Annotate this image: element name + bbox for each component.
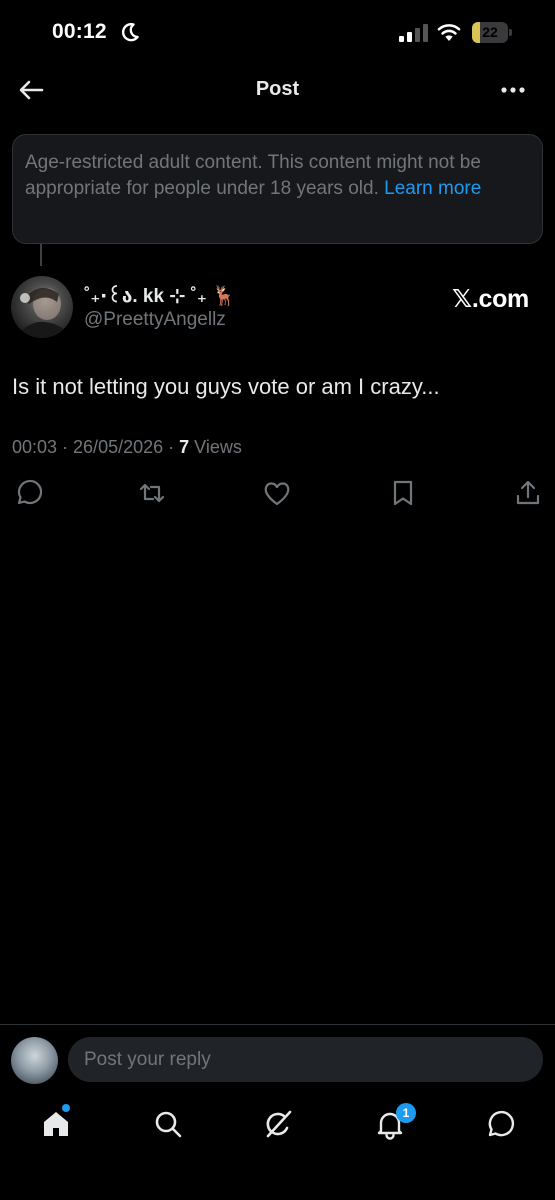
views-label: Views (189, 437, 242, 457)
cellular-signal-icon (399, 24, 428, 42)
status-time: 00:12 (52, 20, 107, 43)
x-com-watermark: 𝕏.com (452, 285, 529, 313)
learn-more-link[interactable]: Learn more (384, 178, 481, 199)
author-display-name[interactable]: ˚₊‧꒰ა. kk ⊹ ˚₊ 🦌 (84, 282, 236, 308)
author-handle[interactable]: @PreettyAngellz (84, 309, 226, 331)
home-unread-dot (62, 1104, 70, 1112)
like-icon[interactable] (262, 478, 292, 508)
wifi-icon (437, 24, 461, 41)
reply-divider (0, 1024, 555, 1025)
bookmark-icon[interactable] (388, 478, 418, 508)
messages-icon[interactable] (484, 1108, 516, 1140)
battery-indicator: 22 (472, 22, 512, 43)
share-icon[interactable] (513, 478, 543, 508)
thread-line (40, 244, 42, 266)
reply-input[interactable] (68, 1037, 543, 1082)
search-icon[interactable] (152, 1108, 184, 1140)
grok-icon[interactable] (263, 1108, 295, 1140)
battery-level: 22 (482, 24, 498, 40)
moon-icon (122, 22, 139, 42)
more-options-icon[interactable] (496, 76, 530, 104)
reply-icon[interactable] (12, 478, 42, 508)
author-avatar[interactable] (11, 276, 73, 338)
notification-badge: 1 (396, 1103, 416, 1123)
age-restriction-notice: Age-restricted adult content. This conte… (12, 134, 543, 244)
post-timestamp[interactable]: 00:03 · 26/05/2026 · (12, 437, 179, 457)
post-metadata: 00:03 · 26/05/2026 · 7 Views (12, 437, 242, 458)
page-title: Post (255, 78, 300, 100)
top-bar: Post (0, 66, 555, 114)
user-avatar[interactable] (11, 1037, 58, 1084)
status-bar: 00:12 22 (0, 0, 555, 66)
home-icon[interactable] (40, 1108, 72, 1140)
post-text: Is it not letting you guys vote or am I … (12, 374, 440, 399)
repost-icon[interactable] (137, 478, 167, 508)
views-count: 7 (179, 437, 190, 457)
